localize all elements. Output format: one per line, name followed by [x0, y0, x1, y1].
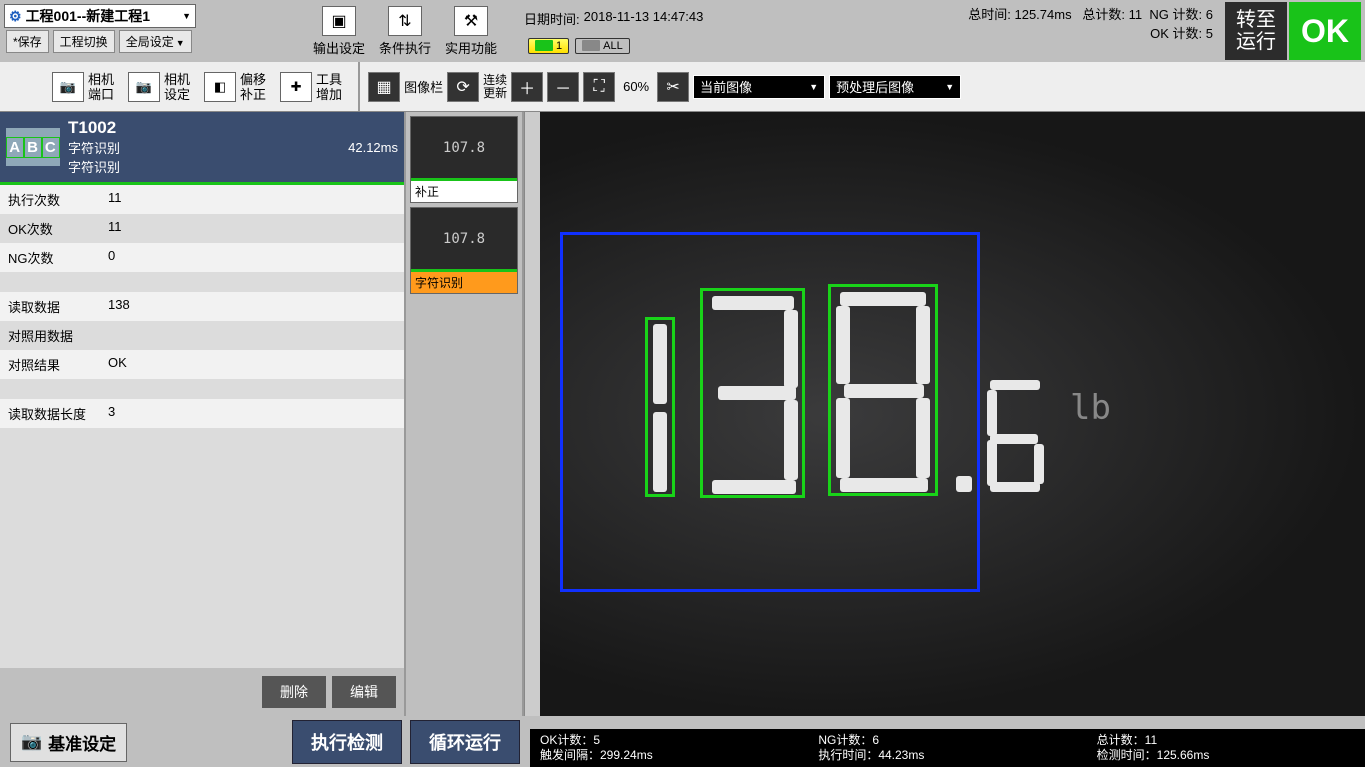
offset-icon: ◧: [204, 72, 236, 102]
toolbar-secondary: 📷 相机端口 📷 相机设定 ◧ 偏移补正 ✚ 工具增加 ▦ 图像栏 ⟳ 连续更新…: [0, 62, 1365, 112]
status-ok-badge: OK: [1289, 2, 1361, 60]
delete-edit-bar: 删除 编辑: [0, 668, 404, 716]
crop-button[interactable]: ✂: [657, 72, 689, 102]
save-button[interactable]: *保存: [6, 30, 49, 53]
zoom-in-button[interactable]: ＋: [511, 72, 543, 102]
abc-icon: ABC: [6, 128, 60, 166]
thumbnail-scrollbar[interactable]: [524, 112, 540, 716]
tool-add-icon: ✚: [280, 72, 312, 102]
delete-button[interactable]: 删除: [262, 676, 326, 708]
baseline-settings-button[interactable]: 📷 基准设定: [10, 723, 127, 762]
stats-table: 执行次数11 OK次数11 NG次数0 读取数据138 对照用数据 对照结果OK…: [0, 185, 404, 428]
image-bar-label: 图像栏: [404, 77, 443, 96]
output-settings-button[interactable]: ▣ 输出设定: [306, 1, 372, 61]
chevron-down-icon: ▼: [176, 38, 185, 48]
fit-button[interactable]: ⛶: [583, 72, 615, 102]
project-switch-button[interactable]: 工程切换: [53, 30, 115, 53]
camera-icon: 📷: [52, 72, 84, 102]
camera-settings-button[interactable]: 📷 相机设定: [128, 72, 190, 102]
thumbnail-char-recognition[interactable]: 107.8 字符识别: [410, 207, 518, 294]
view-all-pill[interactable]: ALL: [575, 38, 630, 54]
thumbnail-column: 107.8 补正 107.8 字符识别: [404, 112, 524, 716]
summary-stats: 总时间: 125.74ms 总计数: 11 NG 计数: 6 OK 计数: 5: [968, 0, 1213, 42]
left-panel: ABC T1002 字符识别 字符识别 42.12ms 执行次数11 OK次数1…: [0, 112, 404, 716]
continuous-update-icon[interactable]: ⟳: [447, 72, 479, 102]
unit-label: lb: [1070, 388, 1111, 428]
offset-correction-button[interactable]: ◧ 偏移补正: [204, 72, 266, 102]
main-area: ABC T1002 字符识别 字符识别 42.12ms 执行次数11 OK次数1…: [0, 112, 1365, 716]
utility-button[interactable]: ⚒ 实用功能: [438, 1, 504, 61]
project-dropdown[interactable]: ⚙ 工程001--新建工程1 ▼: [4, 4, 196, 28]
go-to-run-button[interactable]: 转至 运行: [1225, 2, 1287, 60]
global-settings-button[interactable]: 全局设定▼: [119, 30, 192, 53]
camera-icon: 📷: [21, 732, 42, 752]
zoom-out-button[interactable]: －: [547, 72, 579, 102]
utility-icon: ⚒: [454, 6, 488, 36]
zoom-value: 60%: [619, 79, 653, 94]
condition-exec-button[interactable]: ⇅ 条件执行: [372, 1, 438, 61]
bottom-status-bar: OK计数：5 触发间隔：299.24ms NG计数：6 执行时间：44.23ms…: [530, 729, 1365, 767]
edit-button[interactable]: 编辑: [332, 676, 396, 708]
thumbnail-correction[interactable]: 107.8 补正: [410, 116, 518, 203]
preprocess-image-dropdown[interactable]: 预处理后图像▼: [829, 75, 961, 99]
tool-id: T1002: [68, 118, 120, 138]
bottom-left-bar: 📷 基准设定 执行检测 循环运行: [0, 717, 530, 767]
camera-settings-icon: 📷: [128, 72, 160, 102]
tool-add-button[interactable]: ✚ 工具增加: [280, 72, 342, 102]
loop-run-button[interactable]: 循环运行: [410, 720, 520, 764]
execute-detection-button[interactable]: 执行检测: [292, 720, 402, 764]
datetime-value: 2018-11-13 14:47:43: [584, 9, 704, 28]
tool-time: 42.12ms: [348, 140, 398, 155]
chevron-down-icon: ▼: [182, 11, 191, 21]
image-bar-icon[interactable]: ▦: [368, 72, 400, 102]
current-image-dropdown[interactable]: 当前图像▼: [693, 75, 825, 99]
image-viewer[interactable]: lb: [540, 112, 1365, 716]
project-name: 工程001--新建工程1: [26, 6, 150, 26]
datetime-label: 日期时间:: [524, 9, 580, 28]
gear-icon: ⚙: [9, 8, 22, 25]
view-single-pill[interactable]: 1: [528, 38, 569, 54]
top-menu-bar: ⚙ 工程001--新建工程1 ▼ *保存 工程切换 全局设定▼ ▣ 输出设定 ⇅…: [0, 0, 1365, 62]
tool-header[interactable]: ABC T1002 字符识别 字符识别 42.12ms: [0, 112, 404, 185]
condition-icon: ⇅: [388, 6, 422, 36]
output-icon: ▣: [322, 6, 356, 36]
camera-port-button[interactable]: 📷 相机端口: [52, 72, 114, 102]
